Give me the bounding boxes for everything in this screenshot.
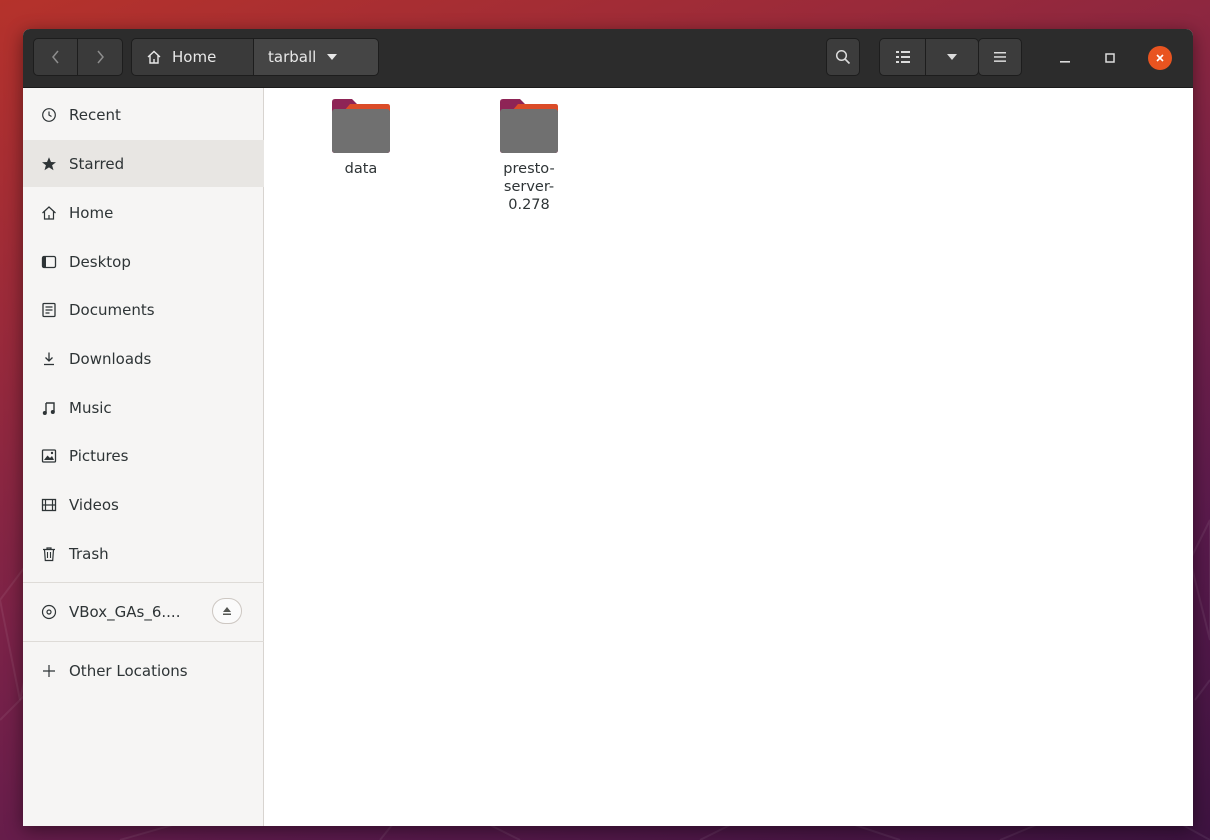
sidebar-separator xyxy=(23,582,264,583)
home-icon xyxy=(41,205,57,221)
chevron-left-icon xyxy=(51,50,59,64)
minimize-button[interactable] xyxy=(1053,46,1077,70)
chevron-right-icon xyxy=(97,50,104,64)
sidebar-item-starred[interactable]: Starred xyxy=(23,140,264,187)
sidebar-item-label: Documents xyxy=(69,300,155,319)
maximize-icon xyxy=(1105,53,1115,63)
sidebar-item-label: Other Locations xyxy=(69,661,188,680)
path-home-label: Home xyxy=(172,48,217,66)
sidebar-item-music[interactable]: Music xyxy=(23,384,264,431)
star-icon xyxy=(41,156,57,172)
sidebar-item-desktop[interactable]: Desktop xyxy=(23,238,264,285)
sidebar-item-documents[interactable]: Documents xyxy=(23,286,264,333)
folder-icon xyxy=(500,99,558,153)
sidebar-item-label: Music xyxy=(69,398,112,417)
plus-icon xyxy=(41,663,57,679)
download-icon xyxy=(41,351,57,367)
search-button[interactable] xyxy=(826,38,860,76)
file-name: presto- server- 0.278 xyxy=(503,161,555,213)
file-name: data xyxy=(344,161,378,177)
eject-button[interactable] xyxy=(212,598,242,624)
disc-icon xyxy=(41,604,57,620)
path-current-folder-button[interactable]: tarball xyxy=(254,38,379,76)
list-view-button[interactable] xyxy=(879,38,926,76)
navigation-buttons xyxy=(33,38,123,76)
sidebar-item-label: Trash xyxy=(69,544,109,563)
file-manager-window: Home tarball Recent Starred Home Desktop… xyxy=(23,29,1193,826)
hamburger-menu-icon xyxy=(994,52,1006,62)
sidebar-item-other-locations[interactable]: Other Locations xyxy=(23,647,264,694)
sidebar-item-vbox-drive[interactable]: VBox_GAs_6.... xyxy=(23,588,264,635)
sidebar-item-home[interactable]: Home xyxy=(23,189,264,236)
close-button[interactable] xyxy=(1148,46,1172,70)
desktop-icon xyxy=(41,254,57,270)
maximize-button[interactable] xyxy=(1098,46,1122,70)
path-home-button[interactable]: Home xyxy=(131,38,254,76)
sidebar-item-label: Recent xyxy=(69,105,121,124)
music-note-icon xyxy=(41,400,57,416)
file-view[interactable]: data presto- server- 0.278 xyxy=(264,88,1193,826)
trash-icon xyxy=(41,546,57,562)
sidebar-item-label: Desktop xyxy=(69,252,131,271)
clock-icon xyxy=(41,107,57,123)
sidebar-item-label: Starred xyxy=(69,154,125,173)
main-menu-button[interactable] xyxy=(978,38,1022,76)
sidebar-item-trash[interactable]: Trash xyxy=(23,530,264,577)
view-options xyxy=(879,38,979,76)
chevron-down-icon xyxy=(327,54,338,60)
picture-icon xyxy=(41,448,57,464)
sidebar-item-label: Videos xyxy=(69,495,119,514)
folder-item-presto-server[interactable]: presto- server- 0.278 xyxy=(474,98,584,214)
minimize-icon xyxy=(1060,61,1070,63)
places-sidebar: Recent Starred Home Desktop Documents Do… xyxy=(23,88,264,826)
search-icon xyxy=(835,49,851,65)
path-bar: Home tarball xyxy=(131,38,379,76)
folder-icon xyxy=(332,99,390,153)
eject-icon xyxy=(223,607,231,615)
close-icon xyxy=(1156,54,1164,62)
view-options-dropdown-button[interactable] xyxy=(926,38,979,76)
sidebar-separator xyxy=(23,641,264,642)
forward-button[interactable] xyxy=(78,38,123,76)
folder-item-data[interactable]: data xyxy=(306,98,416,178)
video-icon xyxy=(41,497,57,513)
list-view-icon xyxy=(895,51,910,63)
path-current-label: tarball xyxy=(268,48,317,66)
sidebar-item-label: Downloads xyxy=(69,349,152,368)
sidebar-item-pictures[interactable]: Pictures xyxy=(23,432,264,479)
back-button[interactable] xyxy=(33,38,78,76)
sidebar-item-downloads[interactable]: Downloads xyxy=(23,335,264,382)
sidebar-item-label: Pictures xyxy=(69,446,129,465)
header-bar: Home tarball xyxy=(23,29,1193,88)
sidebar-item-videos[interactable]: Videos xyxy=(23,481,264,528)
home-icon xyxy=(147,50,161,64)
sidebar-item-recent[interactable]: Recent xyxy=(23,91,264,138)
sidebar-item-label: VBox_GAs_6.... xyxy=(69,602,181,621)
document-icon xyxy=(41,302,57,318)
chevron-down-icon xyxy=(947,54,957,60)
sidebar-item-label: Home xyxy=(69,203,114,222)
